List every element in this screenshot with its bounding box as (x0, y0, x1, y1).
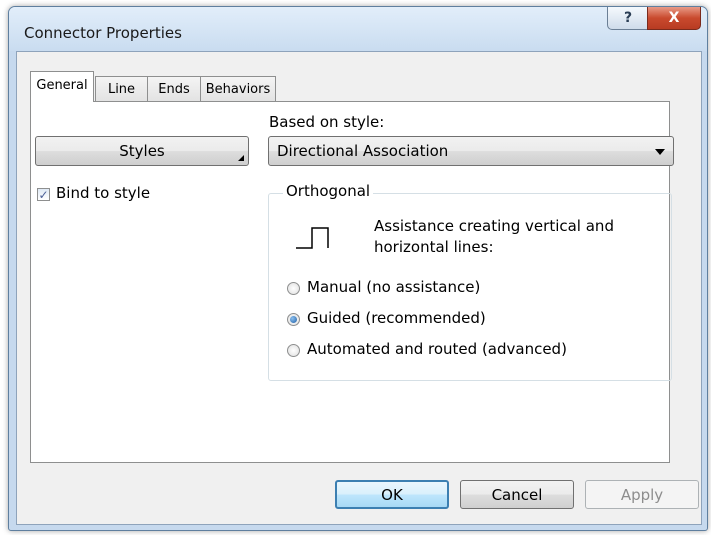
radio-manual[interactable] (287, 282, 300, 295)
help-button[interactable]: ? (607, 7, 649, 30)
styles-button[interactable]: Styles (35, 136, 249, 166)
checkmark-icon: ✓ (38, 187, 49, 202)
orthogonal-group-legend: Orthogonal (283, 182, 374, 200)
tab-line[interactable]: Line (95, 76, 148, 101)
close-icon: X (668, 10, 680, 26)
title-bar[interactable]: Connector Properties ? X (9, 7, 707, 51)
close-button[interactable]: X (647, 7, 701, 30)
orthogonal-description-line-2: horizontal lines: (374, 238, 494, 256)
ok-button-label: OK (381, 485, 403, 504)
based-on-style-label: Based on style: (269, 113, 385, 131)
ok-button[interactable]: OK (335, 480, 449, 509)
apply-button[interactable]: Apply (585, 480, 699, 509)
bind-to-style-checkbox[interactable]: ✓ (37, 188, 50, 201)
tab-strip: General Line Ends Behaviors (30, 71, 670, 103)
radio-automated[interactable] (287, 344, 300, 357)
based-on-style-value: Directional Association (277, 142, 449, 160)
tab-general[interactable]: General (30, 71, 94, 102)
window-title: Connector Properties (24, 24, 182, 42)
radio-automated-label[interactable]: Automated and routed (advanced) (307, 340, 567, 358)
tab-behaviors[interactable]: Behaviors (200, 76, 276, 101)
radio-guided[interactable] (287, 313, 300, 326)
chevron-down-icon (655, 149, 665, 155)
dropdown-corner-icon (238, 155, 244, 161)
based-on-style-dropdown[interactable]: Directional Association (268, 136, 674, 166)
connector-properties-dialog: Connector Properties ? X General Line En… (8, 6, 708, 531)
tab-ends[interactable]: Ends (147, 76, 201, 101)
question-mark-icon: ? (623, 10, 633, 26)
radio-manual-label[interactable]: Manual (no assistance) (307, 278, 480, 296)
cancel-button-label: Cancel (491, 485, 543, 504)
orthogonal-description-line-1: Assistance creating vertical and (374, 217, 614, 235)
orthogonal-line-icon (296, 227, 329, 249)
styles-button-label: Styles (119, 142, 165, 160)
bind-to-style-label: Bind to style (56, 184, 151, 202)
dialog-client-area: General Line Ends Behaviors Styles Based… (16, 51, 702, 525)
general-tab-panel: Styles Based on style: Directional Assoc… (30, 101, 674, 463)
cancel-button[interactable]: Cancel (460, 480, 574, 509)
apply-button-label: Apply (620, 485, 664, 504)
radio-guided-label[interactable]: Guided (recommended) (307, 309, 486, 327)
